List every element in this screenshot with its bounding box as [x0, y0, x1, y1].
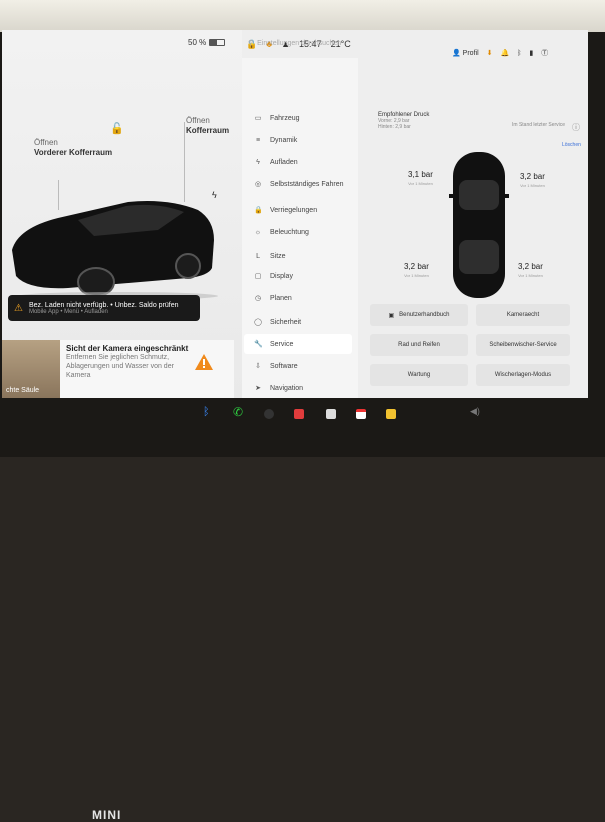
profile-button[interactable]: 👤 Profil	[452, 49, 479, 57]
battery-percent: 50 %	[188, 38, 207, 47]
service-link[interactable]: Löschen	[562, 142, 581, 148]
menu-item-sicherheit[interactable]: ◯ Sicherheit	[254, 312, 354, 332]
service-button-1[interactable]: Kameraecht	[476, 304, 570, 326]
signal-icon: ▮	[529, 50, 534, 57]
bell-icon[interactable]: 🔔	[501, 49, 510, 57]
menu-item-aufladen[interactable]: ϟ Aufladen	[254, 152, 354, 172]
open-trunk[interactable]: Öffnen Kofferraum	[186, 116, 229, 136]
energy-app-icon[interactable]	[326, 409, 336, 419]
menu-item-label: Fahrzeug	[270, 114, 300, 122]
last-service-info: Im Stand letzter Service	[512, 122, 566, 128]
info-icon[interactable]: ⓘ	[572, 122, 580, 133]
open-front-trunk[interactable]: Öffnen Vorderer Kofferraum	[34, 138, 112, 158]
menu-item-navigation[interactable]: ➤ Navigation	[254, 378, 354, 398]
manual-icon: ▣	[388, 312, 395, 319]
menu-item-label: Aufladen	[270, 158, 298, 166]
menu-item-planen[interactable]: ◷ Planen	[254, 288, 354, 308]
menu-item-label: Sitze	[270, 252, 286, 260]
seat-icon: ᒪ	[256, 253, 260, 260]
search-input[interactable]: ⚲ Einstellungen durchsuchen	[248, 34, 360, 52]
lock-icon: 🔒	[254, 207, 263, 214]
nav-icon: ➤	[255, 385, 261, 392]
steering-icon: ◎	[254, 181, 262, 188]
menu-item-label: Selbstständiges Fahren	[270, 180, 344, 188]
glare	[0, 0, 605, 32]
menu-item-software[interactable]: ⇩ Software	[254, 356, 354, 376]
phone-icon[interactable]: ✆	[233, 405, 243, 419]
menu-item-label: Beleuchtung	[270, 228, 309, 236]
display-icon: ▢	[254, 273, 262, 280]
download-icon: ⇩	[255, 363, 261, 370]
shield-icon: ◯	[254, 319, 262, 326]
menu-item-dynamik[interactable]: ≡ Dynamik	[254, 130, 354, 150]
menu-item-label: Service	[270, 340, 294, 348]
menu-item-label: Display	[270, 272, 293, 280]
tire-front-left: 3,1 bar Vor 1 Minuten	[408, 170, 433, 186]
camera-text: Entfernen Sie jeglichen Schmutz, Ablager…	[66, 354, 174, 379]
service-button-0[interactable]: ▣ Benutzerhandbuch	[370, 304, 468, 326]
wrench-icon: 🔧	[254, 341, 263, 348]
brand-logo: MINI	[92, 808, 122, 822]
menu-item-fahrzeug[interactable]: ▭ Fahrzeug	[254, 108, 354, 128]
bluetooth-app-icon[interactable]: ᛒ	[203, 406, 210, 418]
menu-item-selbstständiges-fahren[interactable]: ◎ Selbstständiges Fahren	[254, 174, 354, 194]
calendar-icon: ◷	[254, 295, 262, 302]
bolt-icon: ϟ	[256, 158, 260, 166]
menu-item-label: Dynamik	[270, 136, 298, 144]
camera-app-icon[interactable]	[264, 409, 274, 419]
camera-warning-icon	[195, 354, 213, 370]
top-view-vehicle	[449, 152, 509, 298]
light-icon: ☼	[254, 228, 262, 236]
menu-item-label: Navigation	[270, 384, 304, 392]
tire-front-right: 3,2 bar Vor 1 Minuten	[520, 172, 545, 188]
menu-item-label: Software	[270, 362, 298, 370]
service-button-4[interactable]: Wartung	[370, 364, 468, 386]
tesla-logo-icon: Ⓣ	[541, 50, 549, 57]
menu-item-service[interactable]: 🔧 Service	[244, 334, 352, 354]
menu-item-label: Verriegelungen	[270, 206, 318, 214]
taskbar: MINI ᛒ ✆ ◀)	[0, 398, 605, 822]
menu-item-label: Planen	[270, 294, 292, 302]
unlock-icon[interactable]: 🔓	[110, 122, 124, 135]
menu-item-beleuchtung[interactable]: ☼ Beleuchtung	[254, 222, 354, 242]
tire-rear-left: 3,2 bar Vor 1 Minuten	[404, 262, 429, 278]
vehicle-image	[12, 201, 218, 300]
service-button-5[interactable]: Wischerlagen-Modus	[476, 364, 570, 386]
download-status-icon[interactable]: ⬇	[487, 49, 493, 57]
service-button-2[interactable]: Rad und Reifen	[370, 334, 468, 356]
device-frame: 50 % Öffnen Vorderer Kofferraum Öffnen K…	[0, 0, 605, 822]
battery-indicator: 50 %	[188, 38, 226, 47]
volume-icon[interactable]: ◀)	[470, 406, 480, 417]
tire-rear-right: 3,2 bar Vor 1 Minuten	[518, 262, 543, 278]
car-icon: ▭	[254, 115, 262, 122]
calendar-app-icon[interactable]	[356, 409, 366, 419]
charging-alert[interactable]: ⚠ Bez. Laden nicht verfügb. • Unbez. Sal…	[8, 295, 200, 321]
menu-item-sitze[interactable]: ᒪ Sitze	[254, 246, 354, 266]
bluetooth-icon[interactable]: ᛒ	[517, 50, 521, 57]
warning-icon: ⚠	[14, 302, 23, 314]
service-button-3[interactable]: Scheibenwischer-Service	[476, 334, 570, 356]
search-icon: ⚲	[248, 40, 254, 47]
battery-icon	[209, 39, 226, 46]
dynamics-icon: ≡	[255, 136, 261, 144]
vehicle-panel: 50 % Öffnen Vorderer Kofferraum Öffnen K…	[2, 30, 242, 398]
apps-icon[interactable]	[386, 409, 396, 419]
camera-thumbnail: chte Säule	[2, 340, 60, 398]
profile-bar: 👤 Profil ⬇ 🔔 ᛒ ▮ Ⓣ	[452, 48, 548, 58]
menu-item-label: Sicherheit	[270, 318, 302, 326]
pressure-info: Empfohlener Druck Vorne: 2,9 bar Hinten:…	[378, 112, 430, 130]
menu-item-verriegelungen[interactable]: 🔒 Verriegelungen	[254, 200, 354, 220]
camera-title: Sicht der Kamera eingeschränkt	[66, 344, 189, 353]
music-app-icon[interactable]	[294, 409, 304, 419]
menu-item-display[interactable]: ▢ Display	[254, 266, 354, 286]
